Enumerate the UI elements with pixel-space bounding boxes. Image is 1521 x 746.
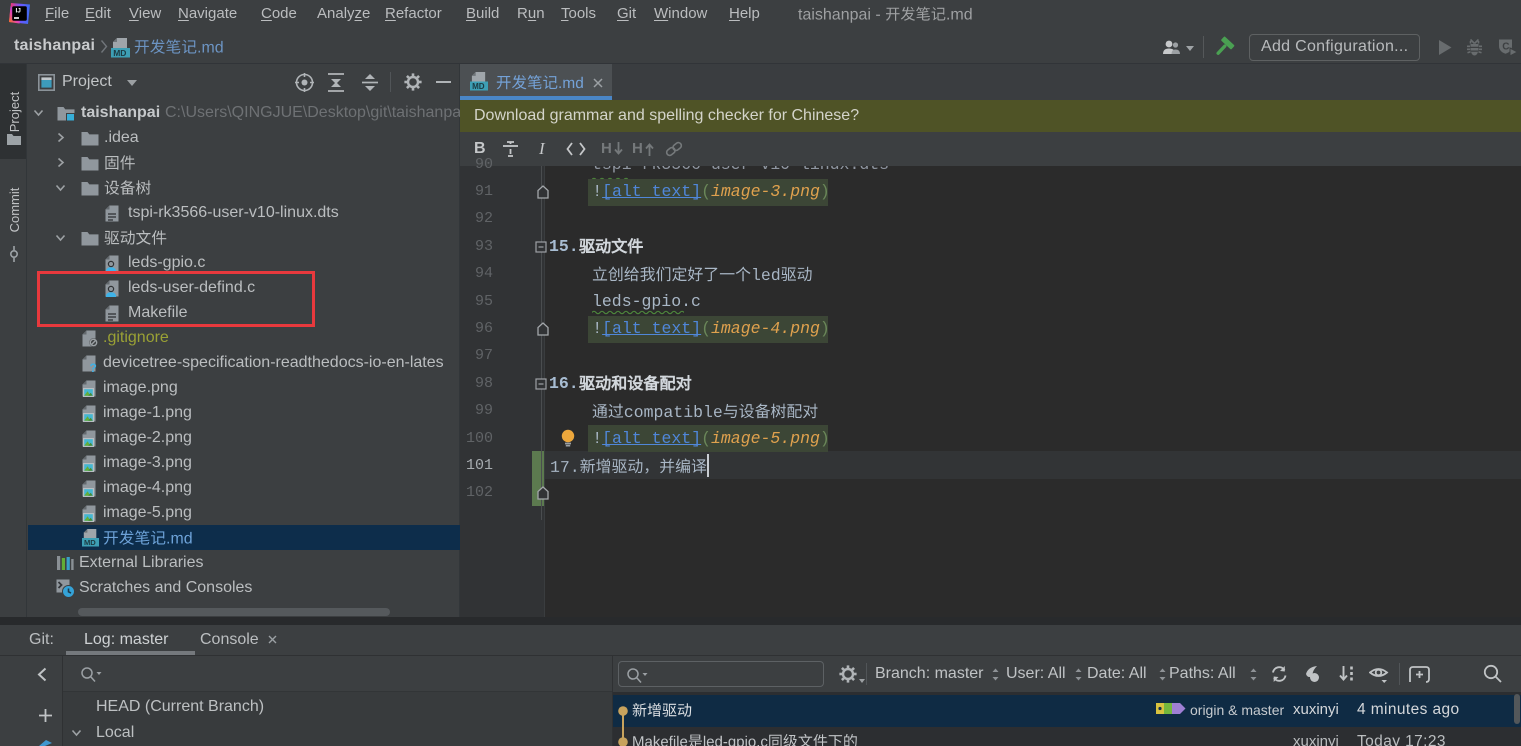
svg-text:MD: MD [113, 48, 126, 58]
svg-text:IJ: IJ [16, 8, 22, 15]
svg-text:MD: MD [472, 82, 485, 91]
svg-text:?: ? [90, 361, 97, 372]
svg-text:MD: MD [84, 538, 96, 547]
svg-text:C: C [1502, 42, 1509, 53]
